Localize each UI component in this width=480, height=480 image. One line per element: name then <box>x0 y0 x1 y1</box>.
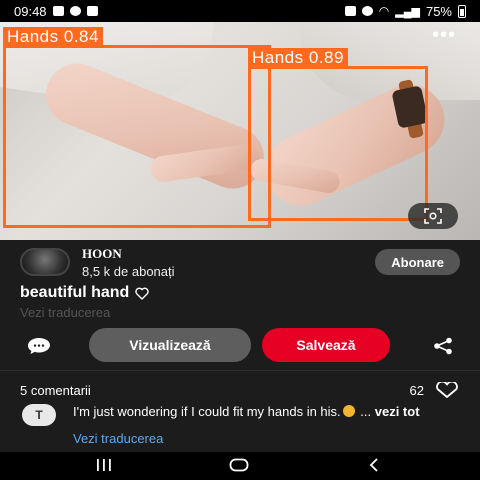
wifi-icon: ◠ <box>378 4 390 18</box>
likes-count: 62 <box>409 382 424 398</box>
recents-icon[interactable] <box>95 458 113 472</box>
comment-text: I'm just wondering if I could fit my han… <box>73 404 473 420</box>
author-avatar[interactable] <box>20 248 70 276</box>
share-icon[interactable] <box>432 337 454 355</box>
translate-link[interactable]: Vezi traducerea <box>20 305 110 320</box>
likes: 62 <box>410 382 460 398</box>
alarm-icon <box>344 6 356 16</box>
detection-box-1 <box>3 45 271 228</box>
see-more-link[interactable]: vezi tot <box>375 404 420 419</box>
visual-search-icon[interactable] <box>408 203 458 229</box>
heart-outline-icon[interactable] <box>135 287 150 300</box>
comment-ellipsis: ... <box>360 404 372 419</box>
home-icon[interactable] <box>229 458 249 472</box>
heart-outline-icon[interactable] <box>434 382 460 398</box>
whatsapp-icon <box>69 6 81 16</box>
status-time: 09:48 <box>14 3 47 19</box>
back-icon[interactable] <box>368 458 380 472</box>
comments-header: 5 comentarii 62 <box>20 380 460 400</box>
gallery-icon <box>52 6 64 16</box>
location-icon <box>361 6 373 16</box>
signal-icon: ▂▄▆ <box>395 5 420 18</box>
author-name[interactable]: HOON <box>82 246 175 262</box>
comments-count[interactable]: 5 comentarii <box>20 383 91 398</box>
detection-box-2 <box>248 66 428 221</box>
visit-button[interactable]: Vizualizează <box>89 328 251 362</box>
system-nav-bar <box>0 452 480 480</box>
pin-image[interactable]: Hands 0.84 Hands 0.89 ••• <box>0 0 480 240</box>
author-info[interactable]: HOON 8,5 k de abonați <box>82 246 175 279</box>
follow-button[interactable]: Abonare <box>375 249 460 275</box>
detection-label-2: Hands 0.89 <box>248 48 348 68</box>
mail-icon <box>86 6 98 16</box>
pin-title: beautiful hand <box>20 284 130 301</box>
battery-level: 75% <box>425 3 452 19</box>
detection-label-1: Hands 0.84 <box>3 27 103 47</box>
comment-translate-link[interactable]: Vezi traducerea <box>73 431 163 446</box>
divider <box>0 370 480 371</box>
more-dots-icon[interactable]: ••• <box>432 24 456 47</box>
author-row: HOON 8,5 k de abonați Abonare <box>20 244 460 280</box>
author-subscribers: 8,5 k de abonați <box>82 263 175 279</box>
battery-icon <box>458 4 466 18</box>
save-button[interactable]: Salvează <box>262 328 390 362</box>
comment-body: I'm just wondering if I could fit my han… <box>73 404 341 419</box>
commenter-avatar[interactable]: T <box>22 404 56 426</box>
status-bar: 09:48 ◠ ▂▄▆ 75% <box>0 0 480 22</box>
comment-icon[interactable] <box>26 337 52 355</box>
pensive-emoji-icon <box>342 405 355 417</box>
pin-title-row: beautiful hand <box>20 284 150 302</box>
